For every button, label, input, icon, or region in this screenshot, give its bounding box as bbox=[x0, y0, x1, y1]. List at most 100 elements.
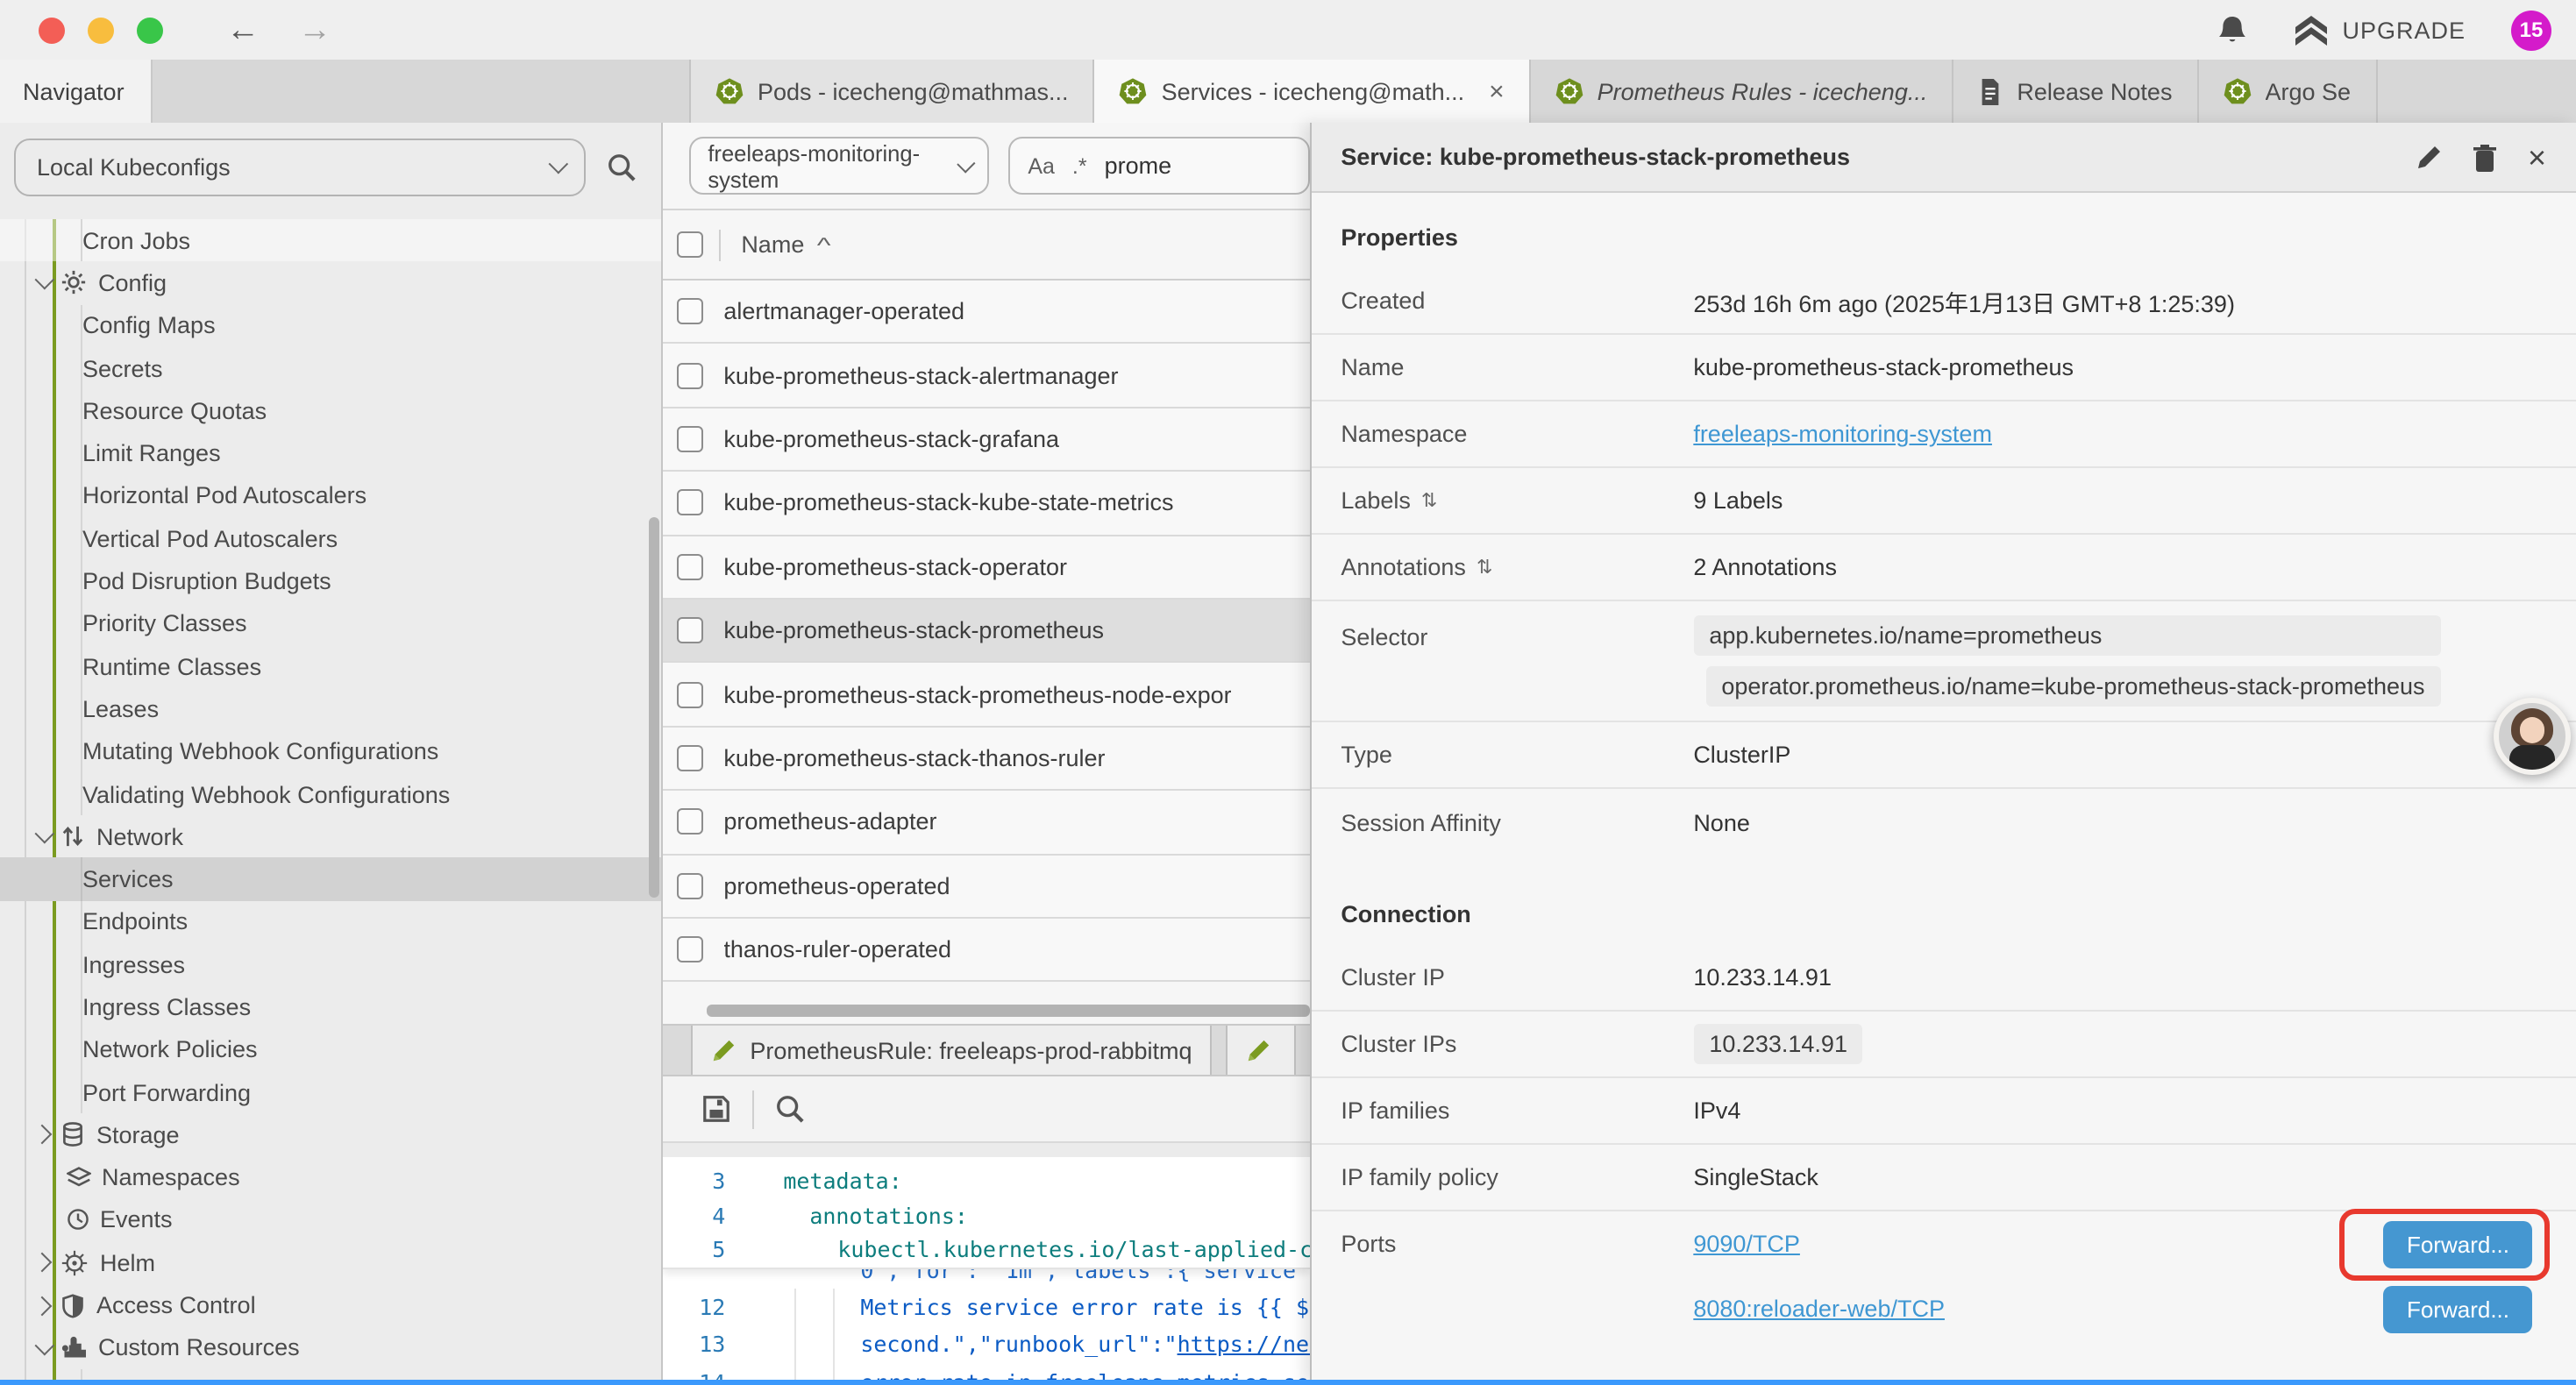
back-button[interactable]: ← bbox=[226, 13, 260, 46]
sidebar-item-network-policies[interactable]: Network Policies bbox=[0, 1028, 660, 1071]
sort-toggle-icon[interactable]: ⇅ bbox=[1477, 556, 1492, 579]
sidebar-item-custom-resources[interactable]: Custom Resources bbox=[0, 1326, 660, 1369]
sort-toggle-icon[interactable]: ⇅ bbox=[1421, 489, 1437, 512]
sidebar-item-leases[interactable]: Leases bbox=[0, 688, 660, 731]
service-row[interactable]: kube-prometheus-stack-thanos-ruler bbox=[662, 727, 1309, 791]
namespace-selector[interactable]: freeleaps-monitoring-system bbox=[688, 137, 989, 195]
sidebar-item-limit-ranges[interactable]: Limit Ranges bbox=[0, 432, 660, 475]
service-row[interactable]: kube-prometheus-stack-prometheus bbox=[662, 600, 1309, 664]
row-checkbox[interactable] bbox=[676, 809, 702, 835]
row-checkbox[interactable] bbox=[676, 681, 702, 707]
port-link[interactable]: 8080:reloader-web/TCP bbox=[1693, 1296, 1945, 1322]
row-checkbox[interactable] bbox=[676, 298, 702, 324]
zoom-window-button[interactable] bbox=[137, 17, 163, 43]
user-avatar[interactable] bbox=[2493, 698, 2570, 775]
row-checkbox[interactable] bbox=[676, 936, 702, 962]
forward-port-button[interactable]: Forward... bbox=[2384, 1220, 2532, 1268]
chevron-down-icon[interactable] bbox=[35, 824, 55, 844]
sidebar-item-storage[interactable]: Storage bbox=[0, 1113, 660, 1156]
sidebar-item-endpoints[interactable]: Endpoints bbox=[0, 901, 660, 944]
section-title-properties: Properties bbox=[1311, 193, 2576, 268]
sidebar-item-config-maps[interactable]: Config Maps bbox=[0, 304, 660, 347]
service-row[interactable]: kube-prometheus-stack-prometheus-node-ex… bbox=[662, 664, 1309, 728]
tab-prometheus[interactable]: Prometheus Rules - icecheng... bbox=[1531, 60, 1954, 123]
sidebar-item-resource-quotas[interactable]: Resource Quotas bbox=[0, 389, 660, 432]
minimize-window-button[interactable] bbox=[88, 17, 114, 43]
select-all-checkbox[interactable] bbox=[676, 231, 702, 258]
sidebar-item-priority-classes[interactable]: Priority Classes bbox=[0, 602, 660, 645]
delete-button[interactable] bbox=[2473, 143, 2498, 171]
port-link[interactable]: 9090/TCP bbox=[1693, 1231, 1800, 1257]
tab-navigator[interactable]: Navigator bbox=[0, 60, 153, 123]
sidebar-item-secrets[interactable]: Secrets bbox=[0, 347, 660, 390]
kubeconfig-selector[interactable]: Local Kubeconfigs bbox=[14, 138, 586, 195]
yaml-editor[interactable]: 3metadata: 4annotations: 5kubectl.kubern… bbox=[662, 1157, 1309, 1385]
sort-asc-icon[interactable]: ^ bbox=[816, 232, 830, 257]
tab-release[interactable]: Release Notes bbox=[1953, 60, 2198, 123]
sidebar-item-validating-webhook-configurations[interactable]: Validating Webhook Configurations bbox=[0, 773, 660, 816]
code-line: second.","runbook_url":"https://net bbox=[725, 1332, 1309, 1358]
notifications-count-badge[interactable]: 15 bbox=[2511, 10, 2551, 50]
chevron-down-icon[interactable] bbox=[35, 271, 55, 291]
sidebar-item-services[interactable]: Services bbox=[0, 858, 660, 901]
sidebar-item-access-control[interactable]: Access Control bbox=[0, 1284, 660, 1327]
tab-pods[interactable]: Pods - icecheng@mathmas... bbox=[689, 60, 1095, 123]
sidebar-item-ingress-classes[interactable]: Ingress Classes bbox=[0, 986, 660, 1029]
row-checkbox[interactable] bbox=[676, 426, 702, 452]
row-checkbox[interactable] bbox=[676, 490, 702, 516]
edit-button[interactable] bbox=[2416, 143, 2444, 171]
sidebar-scrollbar[interactable] bbox=[648, 517, 658, 898]
editor-search-button[interactable] bbox=[774, 1094, 804, 1124]
service-row[interactable]: prometheus-operated bbox=[662, 855, 1309, 919]
chevron-right-icon[interactable] bbox=[32, 1253, 53, 1273]
chevron-down-icon[interactable] bbox=[35, 1336, 55, 1356]
close-tab-icon[interactable]: × bbox=[1489, 76, 1505, 106]
sidebar-item-namespaces[interactable]: Namespaces bbox=[0, 1156, 660, 1199]
sidebar-item-pod-disruption-budgets[interactable]: Pod Disruption Budgets bbox=[0, 560, 660, 603]
sidebar-item-config[interactable]: Config bbox=[0, 262, 660, 305]
service-row[interactable]: kube-prometheus-stack-alertmanager bbox=[662, 344, 1309, 408]
forward-button[interactable]: → bbox=[298, 13, 331, 46]
sidebar-item-helm[interactable]: Helm bbox=[0, 1241, 660, 1284]
service-row[interactable]: prometheus-adapter bbox=[662, 791, 1309, 855]
sidebar-item-horizontal-pod-autoscalers[interactable]: Horizontal Pod Autoscalers bbox=[0, 475, 660, 518]
service-row[interactable]: kube-prometheus-stack-operator bbox=[662, 536, 1309, 600]
tab-argo[interactable]: Argo Se bbox=[2198, 60, 2377, 123]
service-row[interactable]: kube-prometheus-stack-grafana bbox=[662, 408, 1309, 472]
row-checkbox[interactable] bbox=[676, 617, 702, 643]
sidebar-item-mutating-webhook-configurations[interactable]: Mutating Webhook Configurations bbox=[0, 730, 660, 773]
row-checkbox[interactable] bbox=[676, 745, 702, 771]
sidebar-item-ingresses[interactable]: Ingresses bbox=[0, 943, 660, 986]
regex-toggle[interactable]: .* bbox=[1072, 153, 1087, 178]
upgrade-button[interactable]: UPGRADE bbox=[2293, 15, 2466, 45]
row-checkbox[interactable] bbox=[676, 554, 702, 580]
sidebar-item-runtime-classes[interactable]: Runtime Classes bbox=[0, 645, 660, 688]
notifications-bell-button[interactable] bbox=[2216, 13, 2247, 46]
sidebar-item-events[interactable]: Events bbox=[0, 1199, 660, 1242]
close-window-button[interactable] bbox=[39, 17, 65, 43]
horizontal-scrollbar[interactable] bbox=[706, 1005, 1309, 1017]
row-checkbox[interactable] bbox=[676, 872, 702, 898]
match-case-toggle[interactable]: Aa bbox=[1028, 153, 1055, 178]
row-checkbox[interactable] bbox=[676, 362, 702, 388]
name-column-header[interactable]: Name bbox=[741, 231, 804, 258]
sidebar-item-cron-jobs[interactable]: Cron Jobs bbox=[0, 219, 660, 262]
close-details-button[interactable]: × bbox=[2528, 141, 2546, 173]
save-button[interactable] bbox=[701, 1094, 730, 1124]
chevron-right-icon[interactable] bbox=[32, 1296, 53, 1316]
sidebar-search-button[interactable] bbox=[607, 152, 637, 181]
tab-services[interactable]: Services - icecheng@math...× bbox=[1095, 60, 1531, 123]
runbook-url-link[interactable]: https://net bbox=[1178, 1332, 1310, 1358]
sidebar-item-vertical-pod-autoscalers[interactable]: Vertical Pod Autoscalers bbox=[0, 517, 660, 560]
forward-port-button[interactable]: Forward... bbox=[2384, 1285, 2532, 1332]
chevron-right-icon[interactable] bbox=[32, 1125, 53, 1145]
sidebar-item-network[interactable]: Network bbox=[0, 815, 660, 858]
name-filter-input[interactable]: Aa .* prome bbox=[1008, 137, 1309, 195]
namespace-link[interactable]: freeleaps-monitoring-system bbox=[1693, 421, 1992, 447]
service-row[interactable]: kube-prometheus-stack-kube-state-metrics bbox=[662, 472, 1309, 536]
service-row[interactable]: alertmanager-operated bbox=[662, 281, 1309, 344]
editor-tab-partial[interactable] bbox=[1226, 1026, 1296, 1075]
editor-tab-prometheusrule[interactable]: PrometheusRule: freeleaps-prod-rabbitmq bbox=[690, 1026, 1211, 1075]
sidebar-item-port-forwarding[interactable]: Port Forwarding bbox=[0, 1071, 660, 1114]
service-row[interactable]: thanos-ruler-operated bbox=[662, 919, 1309, 983]
